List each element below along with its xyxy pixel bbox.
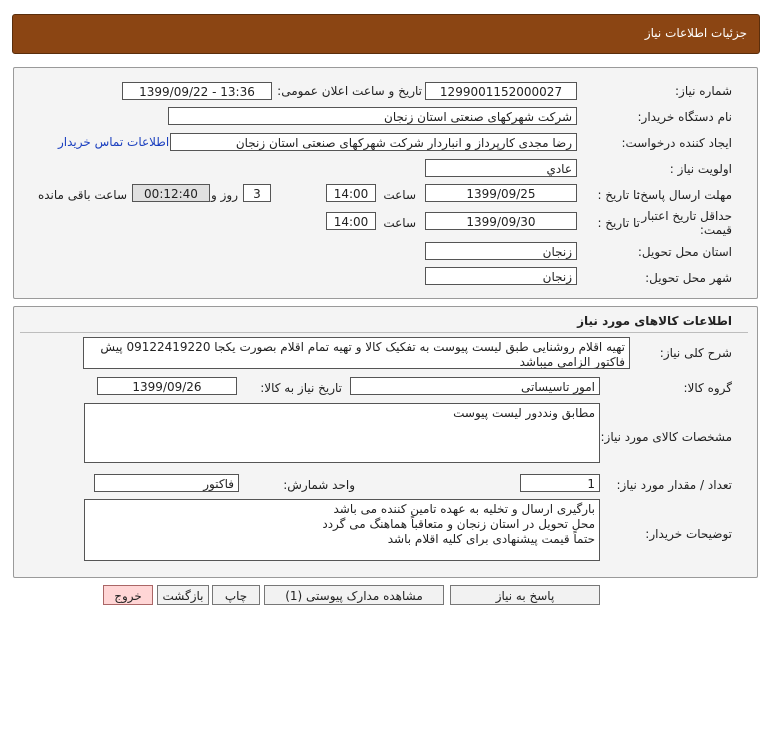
deadline-time-field: 14:00: [326, 184, 376, 202]
quantity-label: تعداد / مقدار مورد نیاز:: [616, 478, 732, 492]
buyer-contact-link[interactable]: اطلاعات تماس خریدار: [58, 135, 169, 149]
city-field: زنجان: [425, 267, 577, 285]
deadline-label: مهلت ارسال پاسخ:: [636, 188, 732, 202]
page-header: جزئیات اطلاعات نیاز: [12, 14, 760, 54]
need-description-field: تهیه اقلام روشنایی طبق لیست پیوست به تفک…: [83, 337, 630, 369]
deadline-to-date-label: تا تاریخ :: [597, 188, 640, 202]
print-button[interactable]: چاپ: [212, 585, 260, 605]
validity-date-field: 1399/09/30: [425, 212, 577, 230]
quantity-field: 1: [520, 474, 600, 492]
validity-time-label: ساعت: [383, 216, 416, 230]
page-title: جزئیات اطلاعات نیاز: [644, 26, 747, 40]
need-number-field: 1299001152000027: [425, 82, 577, 100]
goods-spec-label: مشخصات کالای مورد نیاز:: [600, 430, 732, 444]
goods-section-title: اطلاعات کالاهای مورد نیاز: [577, 314, 732, 328]
buyer-label: نام دستگاه خریدار:: [637, 110, 733, 124]
section-divider: [20, 332, 748, 333]
creator-label: ایجاد کننده درخواست:: [621, 136, 732, 150]
buyer-notes-field: بارگیری ارسال و تخلیه به عهده تامین کنند…: [84, 499, 600, 561]
back-button[interactable]: بازگشت: [157, 585, 209, 605]
need-info-panel: [13, 67, 758, 299]
deadline-date-field: 1399/09/25: [425, 184, 577, 202]
validity-to-date-label: تا تاریخ :: [597, 216, 640, 230]
priority-field: عادي: [425, 159, 577, 177]
province-field: زنجان: [425, 242, 577, 260]
remaining-time-label: ساعت باقی مانده: [37, 188, 127, 202]
need-number-label: شماره نیاز:: [675, 84, 732, 98]
validity-time-field: 14:00: [326, 212, 376, 230]
deadline-time-label: ساعت: [383, 188, 416, 202]
need-description-label: شرح کلی نیاز:: [659, 346, 732, 360]
exit-button[interactable]: خروج: [103, 585, 153, 605]
remaining-time-field: 00:12:40: [132, 184, 210, 202]
city-label: شهر محل تحویل:: [645, 271, 732, 285]
view-attachments-button[interactable]: مشاهده مدارک پیوستی (1): [264, 585, 444, 605]
buyer-field: شرکت شهرکهای صنعتی استان زنجان: [168, 107, 577, 125]
goods-group-field: امور تاسیساتی: [350, 377, 600, 395]
priority-label: اولویت نیاز :: [669, 162, 732, 176]
reply-button[interactable]: پاسخ به نیاز: [450, 585, 600, 605]
need-date-label: تاریخ نیاز به کالا:: [260, 381, 342, 395]
unit-label: واحد شمارش:: [283, 478, 355, 492]
announce-label: تاریخ و ساعت اعلان عمومی:: [277, 84, 422, 98]
goods-spec-field: مطابق ونددور لیست پیوست: [84, 403, 600, 463]
days-remaining-field: 3: [243, 184, 271, 202]
goods-group-label: گروه کالا:: [683, 381, 733, 395]
province-label: استان محل تحویل:: [637, 245, 732, 259]
buyer-notes-line: بارگیری ارسال و تخلیه به عهده تامین کنند…: [333, 502, 596, 516]
buyer-notes-line: حتماً قیمت پیشنهادی برای کلیه اقلام باشد: [387, 532, 595, 546]
creator-field: رضا مجدی کارپرداز و انباردار شرکت شهرکها…: [170, 133, 577, 151]
buyer-notes-line: محل تحویل در استان زنجان و متعاقباً هماه…: [322, 517, 595, 531]
unit-field: فاکتور: [94, 474, 239, 492]
announce-datetime-field: 1399/09/22 - 13:36: [122, 82, 272, 100]
days-label: روز و: [211, 188, 238, 202]
need-date-field: 1399/09/26: [97, 377, 237, 395]
buyer-notes-label: توضیحات خریدار:: [645, 527, 732, 541]
